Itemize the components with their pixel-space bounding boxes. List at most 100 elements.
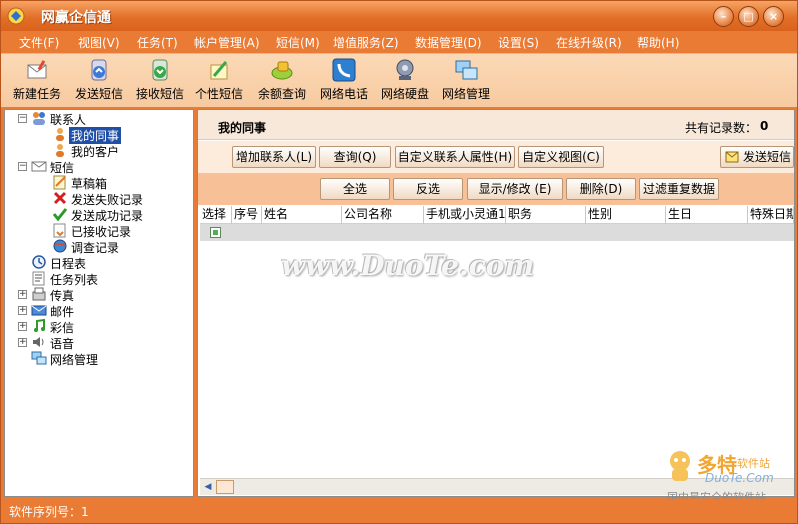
menu-task[interactable]: 任务(T) (137, 34, 178, 51)
menu-help[interactable]: 帮助(H) (637, 34, 679, 51)
tree-label: 调查记录 (71, 241, 120, 255)
net-disk-button[interactable]: 网络硬盘 (379, 57, 431, 107)
custom-sms-icon (210, 61, 228, 80)
expander-voice[interactable]: + (18, 338, 27, 347)
menu-upgrade[interactable]: 在线升级(R) (556, 34, 622, 51)
custom-sms-label: 个性短信 (194, 87, 243, 101)
menu-settings[interactable]: 设置(S) (498, 34, 539, 51)
window-title: 网赢企信通 (41, 10, 111, 26)
expander-contacts[interactable]: − (18, 114, 27, 123)
title-bar[interactable]: 网赢企信通 – □ × (1, 1, 797, 31)
app-logo-icon (7, 7, 25, 25)
menu-account[interactable]: 帐户管理(A) (194, 34, 260, 51)
fail-x-icon (53, 191, 67, 205)
scroll-thumb[interactable] (216, 480, 234, 494)
send-sms-label: 发送短信 (74, 87, 123, 101)
menu-sms[interactable]: 短信(M) (276, 34, 320, 51)
column-header-mobile[interactable]: 手机或小灵通1 (424, 206, 506, 224)
menu-file[interactable]: 文件(F) (19, 34, 59, 51)
column-header-number[interactable]: 序号 (232, 206, 262, 224)
contacts-icon (33, 112, 45, 125)
column-header-birthday[interactable]: 生日 (666, 206, 748, 224)
music-note-icon (34, 318, 45, 332)
record-count-value: 0 (760, 119, 769, 133)
tree-label: 传真 (50, 289, 75, 303)
tree-label: 发送成功记录 (71, 209, 144, 223)
new-task-icon (27, 60, 47, 79)
speaker-icon (33, 337, 44, 347)
receive-sms-label: 接收短信 (135, 87, 184, 101)
envelope-icon (725, 151, 739, 163)
maximize-button[interactable]: □ (738, 6, 759, 27)
receive-sms-button[interactable]: 接收短信 (134, 57, 186, 107)
column-header-company[interactable]: 公司名称 (342, 206, 424, 224)
status-bar: 软件序列号：1 (1, 499, 797, 523)
table-header: 选择 序号 姓名 公司名称 手机或小灵通1 职务 性别 生日 特殊日期 (200, 206, 794, 224)
send-sms-panel-button[interactable]: 发送短信 (720, 146, 794, 168)
tree-label: 我的客户 (71, 145, 120, 159)
mascot-logo-icon (670, 451, 690, 481)
new-task-button[interactable]: 新建任务 (11, 57, 63, 107)
tree-label: 邮件 (50, 305, 75, 319)
network-icon (31, 351, 47, 365)
row-checkbox[interactable] (210, 227, 221, 238)
table-row[interactable] (200, 224, 794, 241)
watermark: www.DuoTe.com (281, 249, 535, 282)
globe-icon (53, 239, 67, 253)
expander-mail[interactable]: + (18, 306, 27, 315)
invert-selection-button[interactable]: 反选 (393, 178, 463, 200)
panel-title: 我的同事 (218, 121, 267, 135)
envelope-icon (31, 161, 47, 172)
netdisk-icon (396, 59, 414, 80)
send-sms-icon (91, 59, 107, 81)
custom-view-button[interactable]: 自定义视图(C) (518, 146, 604, 168)
net-phone-button[interactable]: 网络电话 (318, 57, 370, 107)
menu-value-added[interactable]: 增值服务(Z) (333, 34, 399, 51)
close-button[interactable]: × (763, 6, 784, 27)
net-disk-label: 网络硬盘 (380, 87, 429, 101)
column-header-gender[interactable]: 性别 (586, 206, 666, 224)
fax-icon (32, 287, 46, 301)
balance-icon (271, 61, 293, 80)
expander-sms[interactable]: − (18, 162, 27, 171)
toolbar: 新建任务 发送短信 接收短信 个性短信 余额查询 网络电话 网络硬盘 网络管理 (1, 53, 797, 107)
main-panel: 我的同事 共有记录数： 0 增加联系人(L) 查询(Q) 自定义联系人属性(H)… (197, 109, 795, 497)
column-header-position[interactable]: 职务 (506, 206, 586, 224)
expander-mms[interactable]: + (18, 322, 27, 331)
logo-url: DuoTe.Com (705, 471, 774, 485)
add-contact-button[interactable]: 增加联系人(L) (232, 146, 316, 168)
column-header-special-date[interactable]: 特殊日期 (748, 206, 794, 224)
custom-sms-button[interactable]: 个性短信 (193, 57, 245, 107)
receive-sms-icon (152, 59, 168, 81)
mail-icon (31, 305, 47, 316)
net-manage-label: 网络管理 (441, 87, 490, 101)
app-window: 网赢企信通 – □ × 文件(F) 视图(V) 任务(T) 帐户管理(A) 短信… (0, 0, 798, 524)
balance-query-button[interactable]: 余额查询 (256, 57, 308, 107)
task-list-icon (32, 271, 45, 286)
select-all-button[interactable]: 全选 (320, 178, 390, 200)
delete-button[interactable]: 删除(D) (566, 178, 636, 200)
show-edit-button[interactable]: 显示/修改 (E) (467, 178, 563, 200)
check-icon (52, 208, 68, 222)
tree-label: 语音 (50, 337, 75, 351)
network-icon (455, 60, 478, 80)
menu-view[interactable]: 视图(V) (78, 34, 120, 51)
menu-data[interactable]: 数据管理(D) (415, 34, 482, 51)
column-header-select[interactable]: 选择 (200, 206, 232, 224)
column-header-name[interactable]: 姓名 (262, 206, 342, 224)
custom-attributes-button[interactable]: 自定义联系人属性(H) (395, 146, 515, 168)
query-button[interactable]: 查询(Q) (319, 146, 391, 168)
phone-icon (332, 58, 356, 82)
filter-duplicates-button[interactable]: 过滤重复数据 (639, 178, 719, 200)
logo-suffix: 软件站 (737, 457, 770, 470)
new-task-label: 新建任务 (12, 87, 61, 101)
send-sms-button[interactable]: 发送短信 (73, 57, 125, 107)
scroll-left-arrow-icon[interactable]: ◀ (201, 480, 215, 494)
expander-fax[interactable]: + (18, 290, 27, 299)
tree-label: 草稿箱 (71, 177, 108, 191)
net-manage-button[interactable]: 网络管理 (440, 57, 492, 107)
tree-label: 彩信 (50, 321, 75, 335)
navigation-tree: − 联系人 我的同事 我的客户 − 短信 草稿箱 发送失败记录 发送成功记录 已… (4, 109, 194, 497)
tree-label: 任务列表 (50, 273, 99, 287)
minimize-button[interactable]: – (713, 6, 734, 27)
